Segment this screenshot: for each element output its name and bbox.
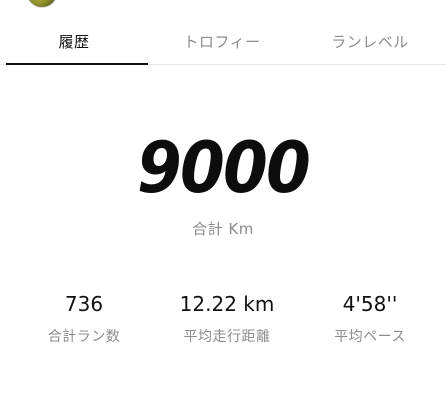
stat-average-pace-label: 平均ペース (334, 329, 406, 345)
total-distance-value: 9000 (137, 127, 311, 209)
stats-row: 736 合計ラン数 12.22 km 平均走行距離 4'58'' 平均ペース (0, 290, 446, 346)
tab-history-label: 履歴 (58, 32, 90, 51)
tab-bar: 履歴 トロフィー ランレベル (0, 18, 446, 65)
stat-total-runs: 736 合計ラン数 (10, 290, 158, 346)
user-avatar[interactable] (26, 0, 58, 8)
stat-average-pace: 4'58'' 平均ペース (296, 290, 444, 346)
run-history-screen: 履歴 トロフィー ランレベル 9000 合計 Km 736 合計ラン数 12.2… (0, 0, 446, 400)
total-distance-summary: 9000 合計 Km (0, 128, 446, 239)
total-distance-label: 合計 Km (192, 220, 254, 238)
stat-average-distance-label: 平均走行距離 (183, 329, 271, 345)
tab-history[interactable]: 履歴 (0, 18, 148, 65)
stat-average-distance-value: 12.22 km (179, 292, 275, 316)
tab-run-level-label: ランレベル (331, 32, 409, 51)
stat-average-distance: 12.22 km 平均走行距離 (158, 290, 296, 346)
stat-average-pace-value: 4'58'' (342, 292, 398, 316)
tab-run-level[interactable]: ランレベル (296, 18, 444, 64)
tab-trophies[interactable]: トロフィー (148, 18, 296, 64)
stat-total-runs-label: 合計ラン数 (47, 329, 121, 345)
stat-total-runs-value: 736 (64, 292, 104, 316)
tab-trophies-label: トロフィー (183, 32, 261, 51)
